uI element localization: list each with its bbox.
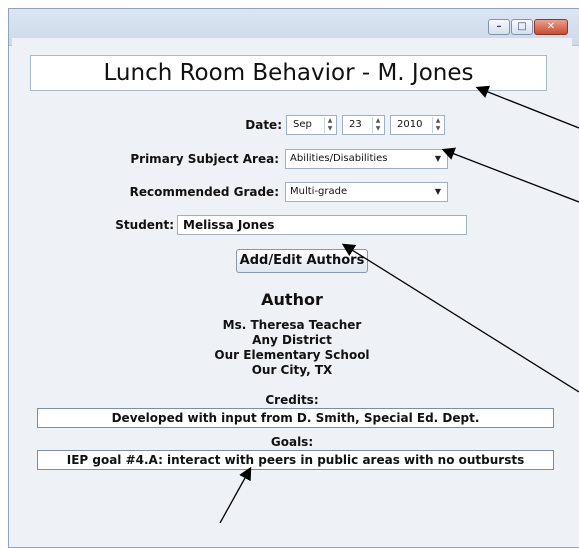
main-content: Lunch Room Behavior - M. Jones Date: Sep… — [12, 38, 572, 533]
spin-down-icon: ▼ — [375, 125, 381, 132]
close-button[interactable]: ✕ — [534, 19, 568, 35]
year-spinner-arrows[interactable]: ▲ ▼ — [432, 117, 443, 133]
day-spinner[interactable]: 23 ▲ ▼ — [342, 115, 385, 135]
spin-down-icon: ▼ — [435, 125, 441, 132]
grade-value: Multi-grade — [290, 186, 348, 197]
student-label: Student: — [115, 218, 174, 232]
student-field[interactable]: Melissa Jones — [177, 215, 467, 235]
author-name: Ms. Theresa Teacher — [222, 318, 362, 332]
grade-dropdown[interactable]: Multi-grade ▼ — [285, 182, 448, 202]
maximize-icon: □ — [517, 21, 527, 32]
credits-label: Credits: — [265, 393, 319, 407]
subject-value: Abilities/Disabilities — [290, 153, 388, 164]
subject-label: Primary Subject Area: — [130, 152, 279, 166]
goals-field[interactable]: IEP goal #4.A: interact with peers in pu… — [37, 450, 554, 470]
chevron-down-icon: ▼ — [434, 187, 441, 196]
spin-down-icon: ▼ — [327, 125, 333, 132]
lesson-title-field[interactable]: Lunch Room Behavior - M. Jones — [30, 55, 547, 91]
add-edit-authors-button[interactable]: Add/Edit Authors — [236, 249, 368, 273]
minimize-button[interactable]: – — [488, 19, 510, 35]
day-spinner-arrows[interactable]: ▲ ▼ — [372, 117, 383, 133]
chevron-down-icon: ▼ — [434, 154, 441, 163]
grade-label: Recommended Grade: — [129, 185, 279, 199]
day-value: 23 — [349, 119, 362, 130]
month-value: Sep — [293, 119, 312, 130]
author-school: Our Elementary School — [214, 348, 370, 362]
author-district: Any District — [252, 333, 332, 347]
maximize-button[interactable]: □ — [511, 19, 533, 35]
spin-up-icon: ▲ — [375, 117, 381, 124]
close-icon: ✕ — [546, 21, 556, 32]
minimize-icon: – — [496, 21, 502, 32]
author-city: Our City, TX — [251, 363, 333, 377]
subject-dropdown[interactable]: Abilities/Disabilities ▼ — [285, 149, 448, 169]
goals-label: Goals: — [270, 435, 314, 449]
spin-up-icon: ▲ — [327, 117, 333, 124]
month-spinner-arrows[interactable]: ▲ ▼ — [324, 117, 335, 133]
credits-field[interactable]: Developed with input from D. Smith, Spec… — [37, 408, 554, 428]
date-label: Date: — [245, 118, 282, 132]
year-value: 2010 — [397, 119, 423, 130]
author-heading: Author — [261, 290, 323, 309]
month-spinner[interactable]: Sep ▲ ▼ — [286, 115, 337, 135]
spin-up-icon: ▲ — [435, 117, 441, 124]
year-spinner[interactable]: 2010 ▲ ▼ — [390, 115, 445, 135]
